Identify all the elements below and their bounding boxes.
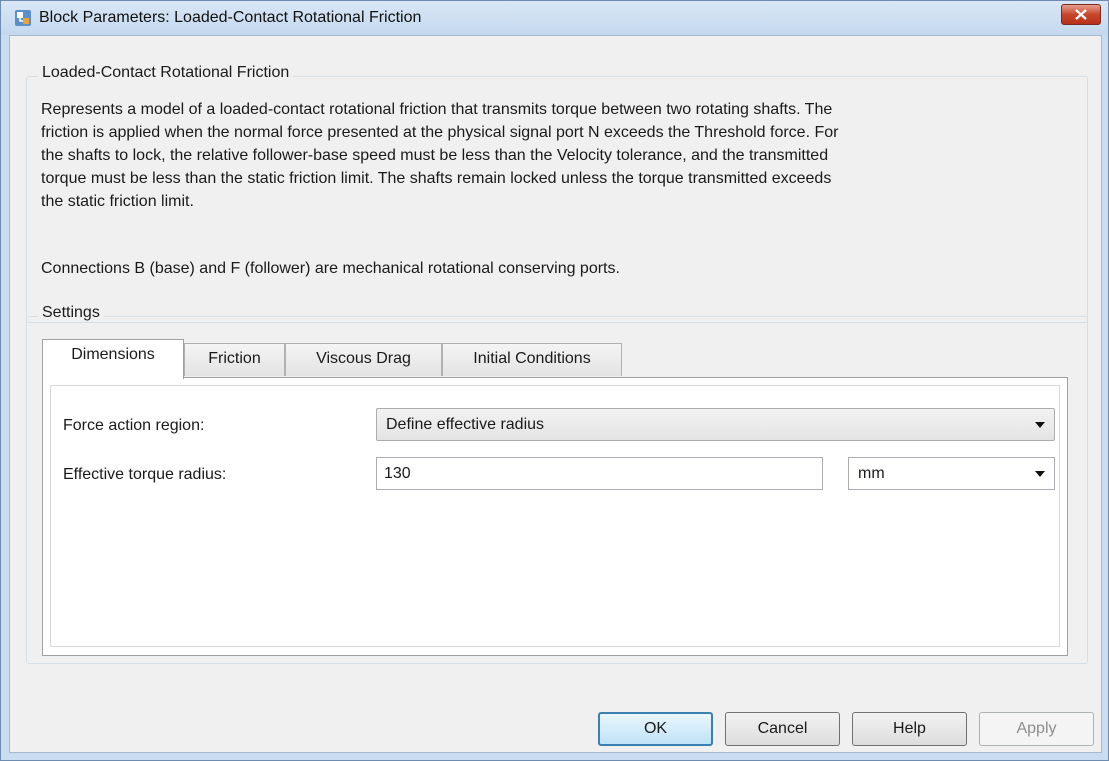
force-action-region-value: Define effective radius [386, 416, 545, 433]
cancel-button[interactable]: Cancel [725, 712, 840, 746]
close-icon [1075, 9, 1087, 20]
settings-group-title: Settings [38, 304, 104, 322]
unit-value: mm [858, 465, 885, 482]
description-line: friction is applied when the normal forc… [41, 124, 839, 141]
tab-dimensions[interactable]: Dimensions [42, 339, 184, 379]
close-button[interactable] [1061, 4, 1101, 25]
parameters-panel: Force action region: Define effective ra… [50, 385, 1060, 647]
apply-button: Apply [979, 712, 1094, 746]
tab-initial-conditions[interactable]: Initial Conditions [442, 343, 622, 376]
dimensions-tab-panel: Force action region: Define effective ra… [42, 377, 1068, 656]
description-line: the shafts to lock, the relative followe… [41, 147, 829, 164]
effective-torque-radius-value: 130 [384, 465, 411, 482]
force-action-region-label: Force action region: [63, 417, 205, 434]
description-text: Represents a model of a loaded-contact r… [41, 98, 1061, 213]
chevron-down-icon [1035, 422, 1045, 428]
chevron-down-icon [1035, 471, 1045, 477]
description-line: Represents a model of a loaded-contact r… [41, 101, 833, 118]
force-action-region-dropdown[interactable]: Define effective radius [376, 408, 1055, 441]
description-line: torque must be less than the static fric… [41, 170, 832, 187]
connections-text: Connections B (base) and F (follower) ar… [41, 260, 620, 277]
help-button[interactable]: Help [852, 712, 967, 746]
description-group-title: Loaded-Contact Rotational Friction [38, 64, 294, 82]
title-bar[interactable]: Block Parameters: Loaded-Contact Rotatio… [1, 1, 1108, 35]
ok-button[interactable]: OK [598, 712, 713, 746]
tab-friction[interactable]: Friction [184, 343, 285, 376]
effective-torque-radius-label: Effective torque radius: [63, 466, 227, 483]
tab-viscous-drag[interactable]: Viscous Drag [285, 343, 442, 376]
description-line: the static friction limit. [41, 193, 194, 210]
window-title: Block Parameters: Loaded-Contact Rotatio… [39, 9, 422, 26]
simulink-block-icon [15, 10, 31, 26]
effective-torque-radius-unit-dropdown[interactable]: mm [848, 457, 1055, 490]
effective-torque-radius-input[interactable]: 130 [376, 457, 823, 490]
dialog-window: Block Parameters: Loaded-Contact Rotatio… [0, 0, 1109, 761]
